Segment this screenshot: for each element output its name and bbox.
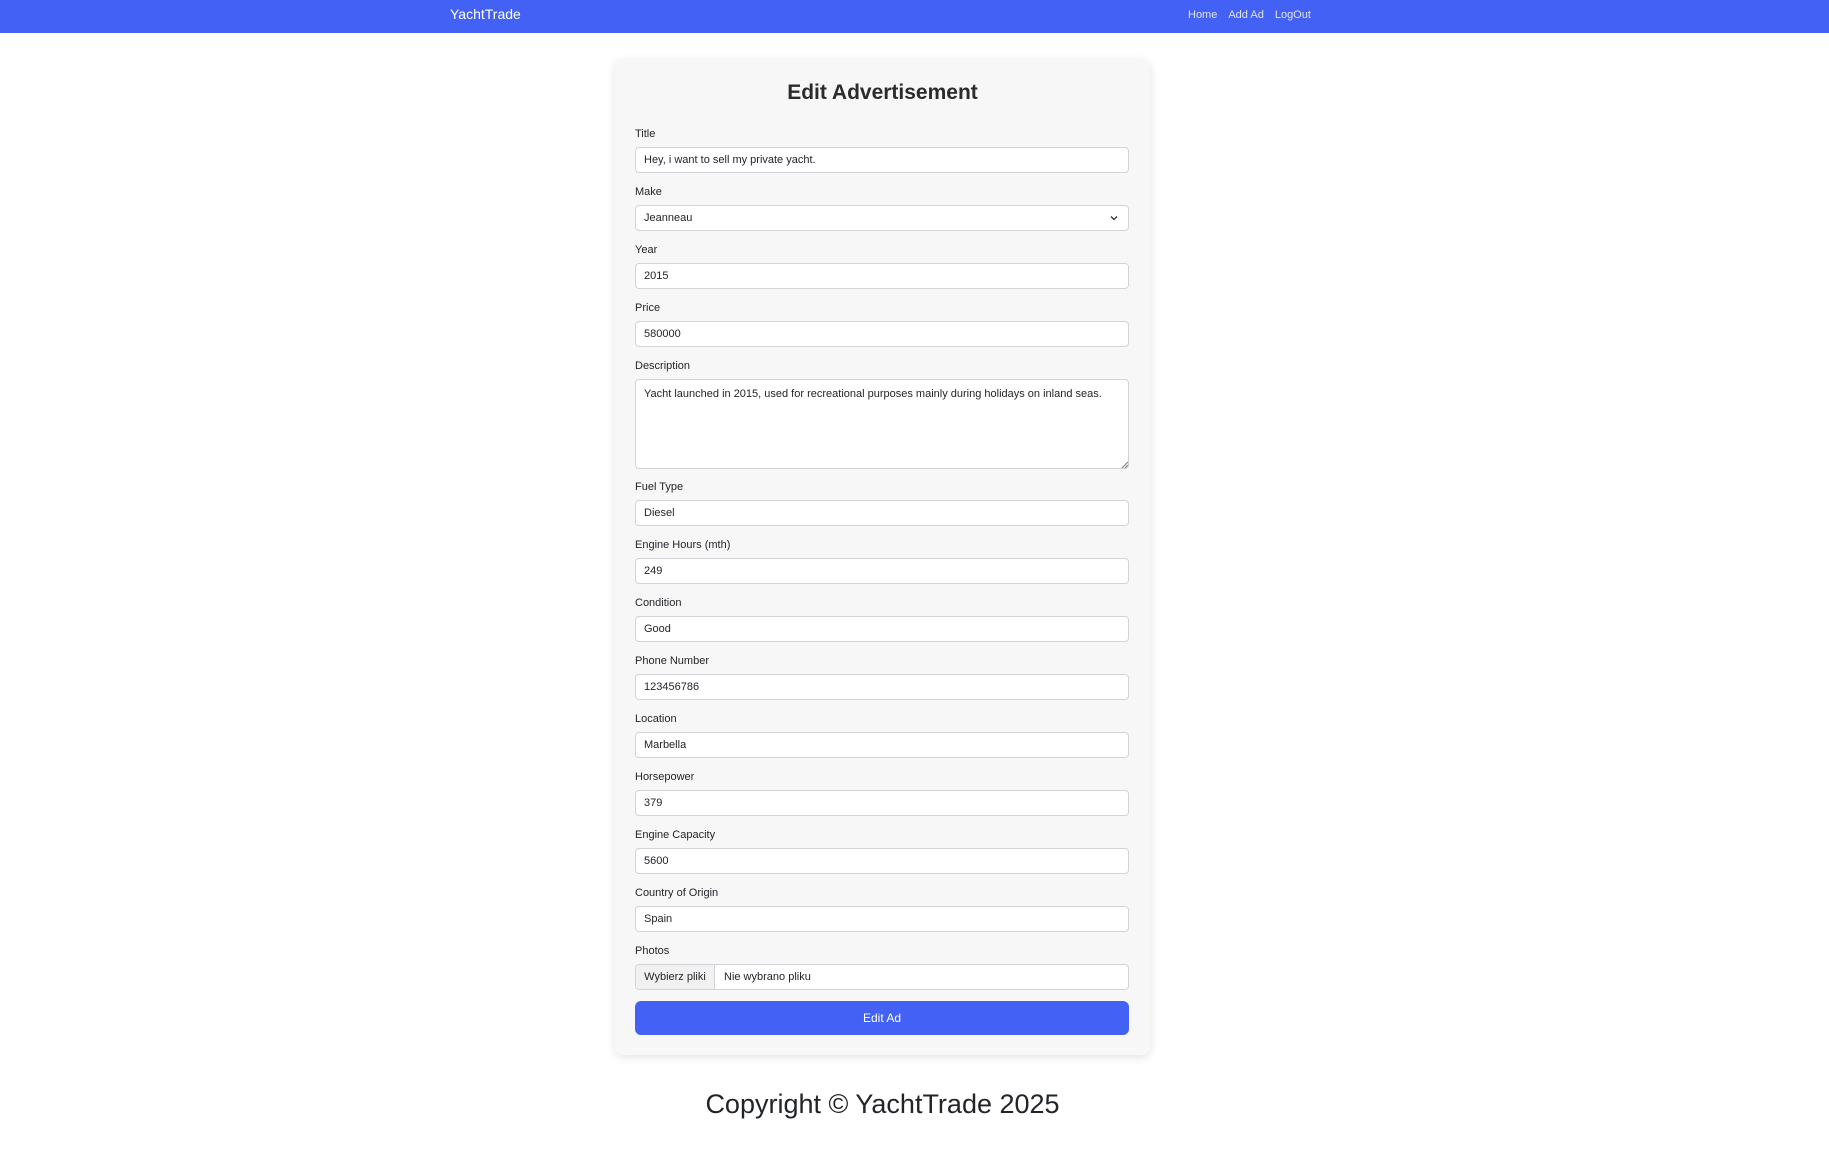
nav-links: Home Add Ad LogOut (1188, 9, 1322, 22)
description-label: Description (635, 360, 691, 372)
horsepower-label: Horsepower (635, 771, 695, 783)
horsepower-input[interactable] (635, 790, 1129, 816)
title-input[interactable] (635, 147, 1129, 173)
condition-input[interactable] (635, 616, 1129, 642)
description-textarea[interactable]: Yacht launched in 2015, used for recreat… (635, 379, 1129, 469)
footer-copyright: Copyright © YachtTrade 2025 (705, 1089, 1060, 1119)
phone-label: Phone Number (635, 655, 709, 667)
photos-label: Photos (635, 945, 670, 957)
top-navbar: YachtTrade Home Add Ad LogOut (0, 0, 1829, 33)
resize-grip-icon[interactable] (1121, 461, 1129, 469)
choose-files-button[interactable]: Wybierz pliki (636, 965, 715, 989)
phone-input[interactable] (635, 674, 1129, 700)
country-input[interactable] (635, 906, 1129, 932)
edit-ad-submit-button[interactable]: Edit Ad (635, 1001, 1129, 1035)
nav-link-logout[interactable]: LogOut (1275, 9, 1311, 22)
engine-hours-label: Engine Hours (mth) (635, 539, 731, 551)
make-select[interactable]: Jeanneau (635, 205, 1129, 231)
country-label: Country of Origin (635, 887, 719, 899)
year-label: Year (635, 244, 658, 256)
chevron-down-icon (1110, 216, 1118, 221)
engine-capacity-input[interactable] (635, 848, 1129, 874)
engine-hours-input[interactable] (635, 558, 1129, 584)
location-input[interactable] (635, 732, 1129, 758)
fuel-type-input[interactable] (635, 500, 1129, 526)
year-input[interactable] (635, 263, 1129, 289)
engine-capacity-label: Engine Capacity (635, 829, 716, 841)
photos-file-input[interactable]: Wybierz pliki Nie wybrano pliku (635, 964, 1129, 990)
make-select-value: Jeanneau (644, 212, 693, 224)
price-input[interactable] (635, 321, 1129, 347)
condition-label: Condition (635, 597, 682, 609)
title-label: Title (635, 128, 656, 140)
location-label: Location (635, 713, 677, 725)
edit-ad-form-card: Edit Advertisement Title Make Jeanneau Y… (615, 60, 1150, 1055)
file-status-text: Nie wybrano pliku (724, 971, 811, 983)
make-label: Make (635, 186, 662, 198)
fuel-type-label: Fuel Type (635, 481, 684, 493)
nav-link-home[interactable]: Home (1188, 9, 1217, 22)
nav-link-add-ad[interactable]: Add Ad (1228, 9, 1263, 22)
brand-logo-link[interactable]: YachtTrade (450, 6, 521, 22)
price-label: Price (635, 302, 661, 314)
page-title: Edit Advertisement (787, 81, 978, 104)
